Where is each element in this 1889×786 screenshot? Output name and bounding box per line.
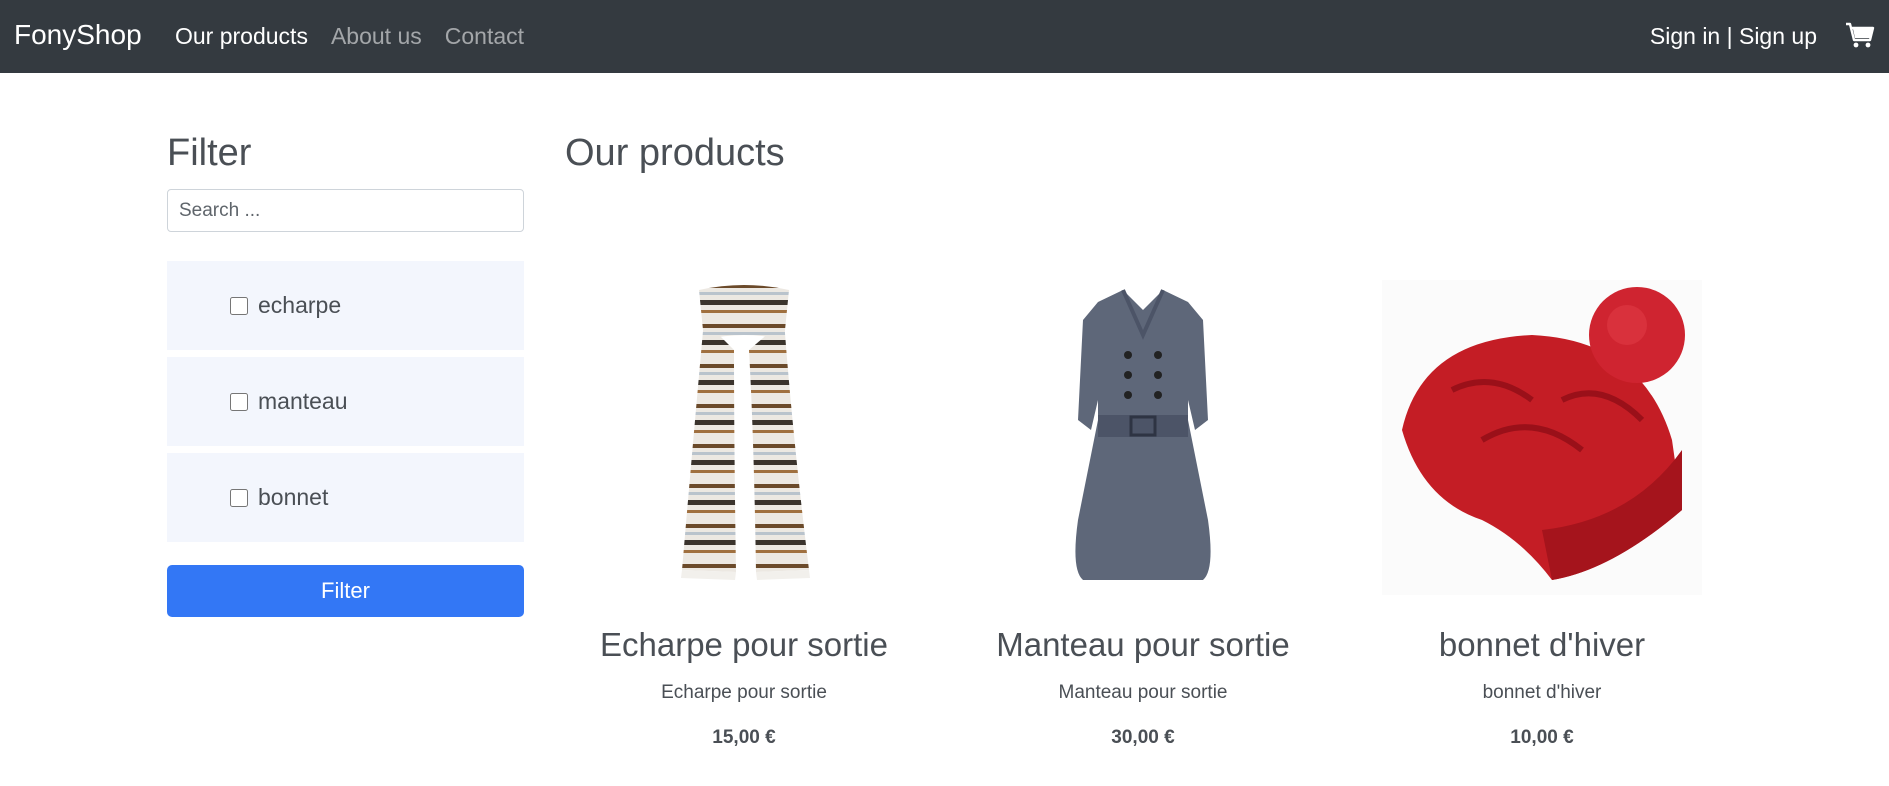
product-price: 10,00 € (1510, 727, 1574, 748)
brand-logo[interactable]: FonyShop (14, 18, 142, 52)
product-price: 30,00 € (1111, 727, 1175, 748)
bonnet-label[interactable]: bonnet (258, 484, 328, 511)
echarpe-label[interactable]: echarpe (258, 292, 341, 319)
bonnet-checkbox[interactable] (230, 488, 248, 507)
manteau-checkbox[interactable] (230, 392, 248, 411)
category-filter-list: echarpe manteau bonnet (167, 261, 524, 549)
filter-button[interactable]: Filter (167, 565, 524, 617)
sign-in-link[interactable]: Sign in (1650, 23, 1720, 49)
sign-up-link[interactable]: Sign up (1739, 23, 1817, 49)
scarf-image[interactable] (584, 280, 904, 595)
product-card-bonnet: bonnet d'hiver bonnet d'hiver 10,00 € (1342, 280, 1742, 750)
product-price: 15,00 € (712, 727, 776, 748)
nav-links: Our products About us Contact (175, 21, 547, 51)
auth-links: Sign in | Sign up (1650, 21, 1817, 51)
filter-title: Filter (167, 132, 252, 174)
nav-link-our-products[interactable]: Our products (175, 21, 308, 51)
product-description: Manteau pour sortie (1058, 682, 1228, 703)
filter-item-manteau: manteau (167, 357, 524, 446)
auth-separator: | (1720, 23, 1739, 49)
nav-link-contact[interactable]: Contact (445, 21, 524, 51)
product-description: Echarpe pour sortie (661, 682, 827, 703)
navbar: FonyShop Our products About us Contact S… (0, 0, 1889, 73)
echarpe-checkbox[interactable] (230, 296, 248, 315)
nav-link-about-us[interactable]: About us (331, 21, 422, 51)
products-title: Our products (565, 132, 785, 174)
product-card-manteau: Manteau pour sortie Manteau pour sortie … (943, 280, 1343, 750)
coat-image[interactable] (983, 280, 1303, 595)
filter-sidebar: Filter echarpe manteau bonnet Filter (167, 130, 524, 617)
manteau-label[interactable]: manteau (258, 388, 348, 415)
product-name[interactable]: Manteau pour sortie (943, 625, 1343, 665)
product-name[interactable]: bonnet d'hiver (1342, 625, 1742, 665)
beanie-image[interactable] (1382, 280, 1702, 595)
product-description: bonnet d'hiver (1482, 682, 1602, 703)
product-name[interactable]: Echarpe pour sortie (544, 625, 944, 665)
search-input[interactable] (167, 189, 524, 232)
cart-icon[interactable] (1845, 20, 1875, 50)
product-card-echarpe: Echarpe pour sortie Echarpe pour sortie … (544, 280, 944, 750)
filter-item-echarpe: echarpe (167, 261, 524, 350)
filter-item-bonnet: bonnet (167, 453, 524, 542)
